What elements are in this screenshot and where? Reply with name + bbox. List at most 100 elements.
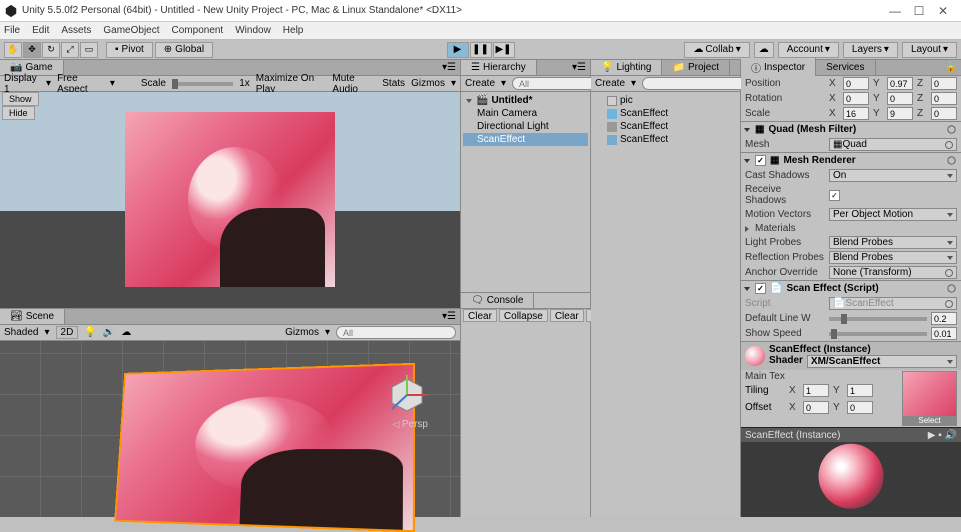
mode-2d-toggle[interactable]: 2D	[56, 326, 79, 339]
scan-effect-header[interactable]: ✓📄 Scan Effect (Script)	[741, 280, 961, 296]
position-x[interactable]	[843, 77, 869, 90]
rotation-y[interactable]	[887, 92, 913, 105]
game-view[interactable]: Show Hide	[0, 92, 460, 308]
pause-button[interactable]: ❚❚	[470, 42, 492, 58]
offset-x[interactable]	[803, 401, 829, 414]
show-button[interactable]: Show	[2, 92, 39, 106]
rect-tool[interactable]: ▭	[80, 42, 98, 58]
projection-label[interactable]: ◁ Persp	[392, 419, 428, 430]
scale-y[interactable]	[887, 107, 913, 120]
tiling-y[interactable]	[847, 384, 873, 397]
preview-controls[interactable]: ▶ ▪ 🔊	[928, 430, 957, 441]
hierarchy-item-camera[interactable]: Main Camera	[463, 107, 588, 120]
gear-icon[interactable]	[946, 155, 957, 166]
asset-pic[interactable]: pic	[593, 94, 738, 107]
light-probes-dropdown[interactable]: Blend Probes	[829, 236, 957, 249]
position-y[interactable]	[887, 77, 913, 90]
show-speed-field[interactable]	[931, 327, 957, 340]
hide-button[interactable]: Hide	[2, 106, 35, 120]
console-clear[interactable]: Clear	[463, 309, 497, 322]
project-assets[interactable]: pic ScanEffect ScanEffect ScanEffect	[591, 92, 740, 517]
pivot-mode-button[interactable]: ▪Pivot	[106, 42, 153, 58]
scene-search[interactable]	[336, 326, 456, 339]
gear-icon[interactable]	[946, 124, 957, 135]
inspector-lock[interactable]: 🔒	[945, 62, 961, 73]
scale-slider[interactable]	[172, 82, 233, 86]
menu-window[interactable]: Window	[235, 25, 271, 36]
hierarchy-item-light[interactable]: Directional Light	[463, 120, 588, 133]
hierarchy-tree[interactable]: 🎬 Untitled* Main Camera Directional Ligh…	[461, 92, 590, 292]
anchor-override-field[interactable]: None (Transform)	[829, 266, 957, 279]
hierarchy-tab[interactable]: ☰ Hierarchy	[461, 60, 537, 75]
scan-effect-enabled[interactable]: ✓	[755, 283, 766, 294]
mesh-renderer-header[interactable]: ✓▦ Mesh Renderer	[741, 152, 961, 168]
asset-scaneffect-2[interactable]: ScanEffect	[593, 120, 738, 133]
panel-menu-icon[interactable]: ▾☰	[442, 311, 460, 322]
console-clearplay[interactable]: Clear on Play	[550, 309, 584, 322]
material-header[interactable]: ScanEffect (Instance) ShaderXM/ScanEffec…	[741, 341, 961, 370]
menu-gameobject[interactable]: GameObject	[103, 25, 159, 36]
inspector-tab[interactable]: ⓘ Inspector	[741, 58, 816, 77]
scene-view[interactable]: ◁ Persp	[0, 341, 460, 517]
gear-icon[interactable]	[946, 283, 957, 294]
services-tab[interactable]: Services	[816, 60, 875, 75]
layers-dropdown[interactable]: Layers ▾	[843, 42, 898, 58]
play-button[interactable]: ▶	[447, 42, 469, 58]
rotate-tool[interactable]: ↻	[42, 42, 60, 58]
mesh-field[interactable]: ▦ Quad	[829, 138, 957, 151]
lighting-tab[interactable]: 💡 Lighting	[591, 60, 662, 75]
default-line-slider[interactable]	[829, 317, 927, 321]
scale-x[interactable]	[843, 107, 869, 120]
console-collapse[interactable]: Collapse	[499, 309, 548, 322]
menu-assets[interactable]: Assets	[61, 25, 91, 36]
close-button[interactable]: ✕	[937, 5, 949, 17]
scene-tab[interactable]: 🏞 Scene	[0, 309, 65, 324]
shader-dropdown[interactable]: XM/ScanEffect	[807, 355, 957, 368]
move-tool[interactable]: ✥	[23, 42, 41, 58]
project-create-dropdown[interactable]: Create	[595, 78, 625, 89]
position-z[interactable]	[931, 77, 957, 90]
scene-light-toggle[interactable]: 💡	[84, 327, 96, 338]
hand-tool[interactable]: ✋	[4, 42, 22, 58]
rotation-z[interactable]	[931, 92, 957, 105]
project-tab[interactable]: 📁 Project	[662, 60, 730, 75]
step-button[interactable]: ▶❚	[493, 42, 515, 58]
console-output[interactable]	[461, 322, 590, 518]
rotation-x[interactable]	[843, 92, 869, 105]
collab-dropdown[interactable]: ☁ Collab ▾	[684, 42, 749, 58]
rotation-mode-button[interactable]: ⊕Global	[155, 42, 213, 58]
hierarchy-item-scaneffect[interactable]: ScanEffect	[463, 133, 588, 146]
mesh-filter-header[interactable]: ▦ Quad (Mesh Filter)	[741, 121, 961, 137]
motion-vectors-dropdown[interactable]: Per Object Motion	[829, 208, 957, 221]
stats-button[interactable]: Stats	[382, 78, 405, 89]
scene-audio-toggle[interactable]: 🔊	[103, 327, 115, 338]
layout-dropdown[interactable]: Layout ▾	[902, 42, 957, 58]
offset-y[interactable]	[847, 401, 873, 414]
cloud-button[interactable]: ☁	[754, 42, 774, 58]
mesh-renderer-enabled[interactable]: ✓	[755, 155, 766, 166]
menu-component[interactable]: Component	[172, 25, 224, 36]
receive-shadows-checkbox[interactable]: ✓	[829, 190, 840, 201]
hierarchy-create-dropdown[interactable]: Create	[465, 78, 495, 89]
panel-menu-icon[interactable]: ▾☰	[572, 62, 590, 73]
scene-root[interactable]: 🎬 Untitled*	[463, 94, 588, 107]
console-tab[interactable]: 🗨 Console	[461, 293, 534, 308]
gizmos-dropdown[interactable]: Gizmos	[411, 78, 445, 89]
reflection-probes-dropdown[interactable]: Blend Probes	[829, 251, 957, 264]
scale-z[interactable]	[931, 107, 957, 120]
texture-slot[interactable]: Select	[902, 371, 957, 426]
menu-help[interactable]: Help	[283, 25, 304, 36]
scene-gizmos-dropdown[interactable]: Gizmos	[285, 327, 319, 338]
shading-mode-dropdown[interactable]: Shaded	[4, 327, 38, 338]
tiling-x[interactable]	[803, 384, 829, 397]
panel-menu-icon[interactable]: ▾☰	[442, 62, 460, 73]
selected-quad-gizmo[interactable]	[114, 363, 415, 532]
asset-scaneffect-3[interactable]: ScanEffect	[593, 133, 738, 146]
menu-edit[interactable]: Edit	[32, 25, 49, 36]
scene-fx-toggle[interactable]: ☁	[121, 327, 131, 338]
minimize-button[interactable]: —	[889, 5, 901, 17]
account-dropdown[interactable]: Account ▾	[778, 42, 839, 58]
cast-shadows-dropdown[interactable]: On	[829, 169, 957, 182]
maximize-button[interactable]: ☐	[913, 5, 925, 17]
default-line-field[interactable]	[931, 312, 957, 325]
